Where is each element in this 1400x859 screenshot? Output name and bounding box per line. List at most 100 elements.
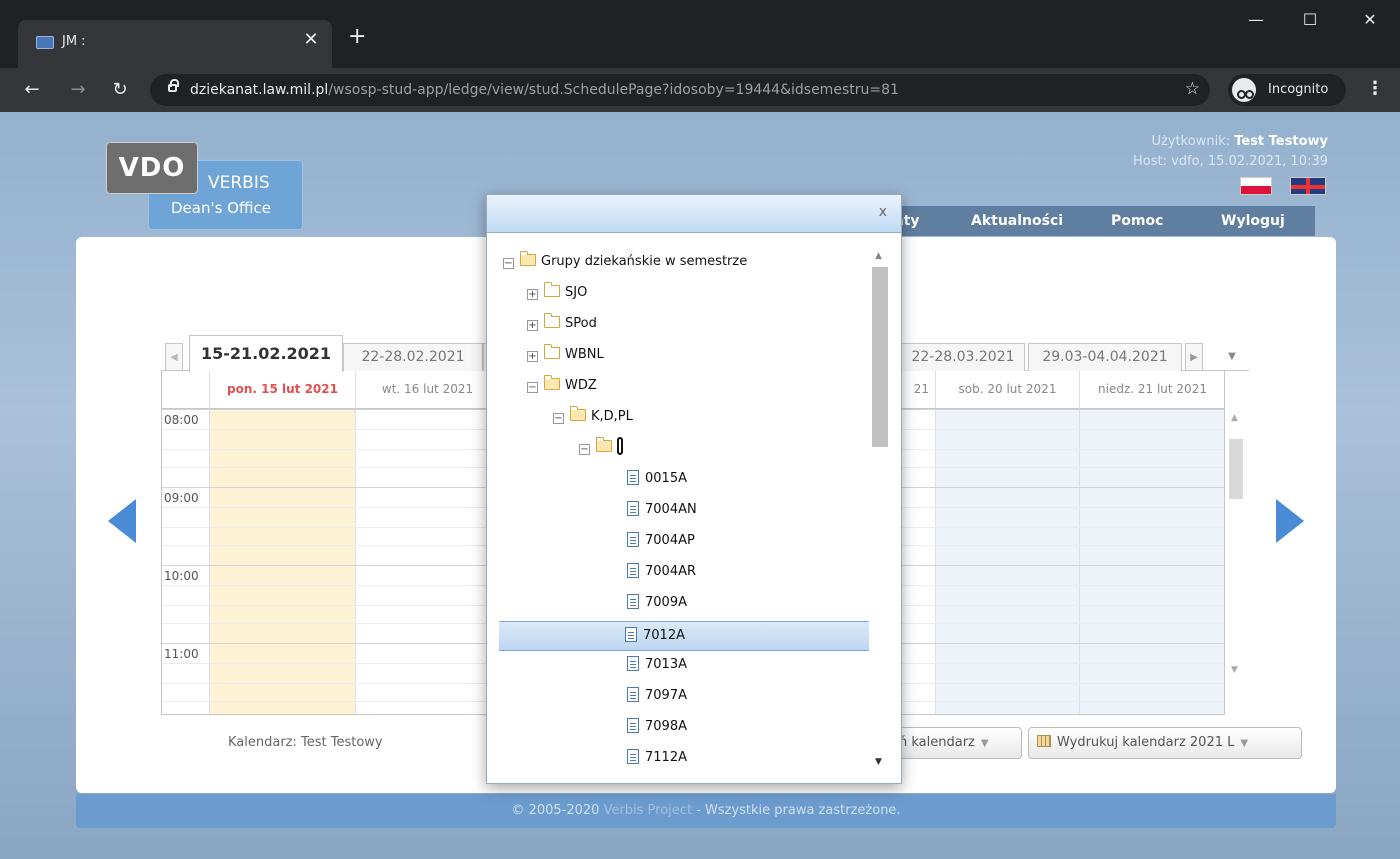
expand-icon[interactable]: + <box>527 320 538 331</box>
expand-icon[interactable]: + <box>527 351 538 362</box>
folder-open-icon <box>544 375 560 390</box>
browser-tab[interactable]: JM : ✕ <box>18 20 332 68</box>
collapse-icon[interactable]: − <box>579 444 590 455</box>
group-tree: − Grupy dziekańskie w semestrze + SJO + SPo… <box>487 235 873 783</box>
calendar-owner: Kalendarz: Test Testowy <box>228 735 383 750</box>
day-column-sat[interactable] <box>936 409 1080 714</box>
lock-icon <box>168 79 179 92</box>
tree-node-wbnl[interactable]: + WBNL <box>527 342 604 368</box>
export-calendar-button[interactable]: ń kalendarz ▼ <box>898 727 1022 759</box>
tree-node-wdz[interactable]: − WDZ <box>527 373 597 399</box>
tab-scroll-right-icon[interactable]: ▶ <box>1185 343 1203 371</box>
flag-uk-icon[interactable] <box>1290 177 1326 195</box>
document-icon <box>627 749 639 764</box>
tab-scroll-left-icon[interactable]: ◀ <box>165 343 183 371</box>
folder-icon <box>544 282 560 297</box>
tree-leaf-group-selected[interactable]: 7012A <box>499 621 869 651</box>
scrollbar-thumb[interactable] <box>1229 439 1243 499</box>
time-column-header <box>162 371 210 409</box>
tree-leaf-group[interactable]: 7004AN <box>627 497 697 523</box>
tree-leaf-group[interactable]: 0015A <box>627 466 687 492</box>
expand-icon[interactable]: + <box>527 289 538 300</box>
export-button-label: ń kalendarz <box>899 735 975 750</box>
scroll-up-icon[interactable]: ▲ <box>875 251 882 261</box>
tree-node-sjo[interactable]: + SJO <box>527 280 587 306</box>
tree-node-kdpl[interactable]: − K,D,PL <box>553 404 633 430</box>
next-week-arrow-icon[interactable] <box>1276 499 1304 543</box>
hour-label: 08:00 <box>164 413 199 427</box>
new-tab-plus-icon[interactable]: + <box>348 26 366 48</box>
tree-leaf-group[interactable]: 7004AR <box>627 559 696 585</box>
nav-item-aktualnosci[interactable]: Aktualności <box>971 213 1063 229</box>
tree-leaf-group[interactable]: 7098A <box>627 714 687 740</box>
incognito-label: Incognito <box>1268 82 1329 97</box>
menu-dots-icon[interactable]: ⋮ <box>1366 78 1384 99</box>
print-button-label: Wydrukuj kalendarz 2021 L <box>1057 735 1235 750</box>
tab-list-dropdown-icon[interactable]: ▼ <box>1223 343 1241 371</box>
prev-week-arrow-icon[interactable] <box>108 499 136 543</box>
star-icon[interactable]: ☆ <box>1185 79 1200 99</box>
text-cursor-icon <box>617 437 623 455</box>
calendar-scrollbar[interactable]: ▲ ▼ <box>1225 407 1247 679</box>
url-text: dziekanat.law.mil.pl/wsosp-stud-app/ledg… <box>190 82 899 98</box>
footer-copyright: © 2005-2020 <box>511 803 600 818</box>
scroll-down-icon[interactable]: ▼ <box>875 757 882 767</box>
tree-scrollbar[interactable]: ▲ ▼ <box>871 247 889 775</box>
nav-item-wyloguj[interactable]: Wyloguj <box>1221 213 1285 229</box>
incognito-badge[interactable]: Incognito <box>1228 74 1346 106</box>
day-column-sun[interactable] <box>1080 409 1224 714</box>
day-column-tue[interactable] <box>356 409 500 714</box>
print-calendar-button[interactable]: Wydrukuj kalendarz 2021 L ▼ <box>1028 727 1302 759</box>
tab-title: JM : <box>62 34 86 49</box>
folder-open-icon <box>520 251 536 266</box>
reload-icon[interactable]: ↻ <box>108 79 132 100</box>
tree-node-spod[interactable]: + SPod <box>527 311 597 337</box>
user-info: Użytkownik: Test Testowy Host: vdfo, 15.… <box>1133 132 1328 172</box>
tree-leaf-group[interactable]: 7009A <box>627 590 687 616</box>
tree-leaf-group[interactable]: 7004AP <box>627 528 695 554</box>
forward-arrow-icon[interactable]: → <box>66 79 90 100</box>
tree-leaf-group[interactable]: 7013A <box>627 652 687 678</box>
tree-node-label: SPod <box>565 316 597 331</box>
tree-node-label: Grupy dziekańskie w semestrze <box>541 254 748 269</box>
scroll-up-icon[interactable]: ▲ <box>1231 413 1238 423</box>
tree-node-label: 7112A <box>645 750 687 765</box>
close-tab-icon[interactable]: ✕ <box>300 29 322 51</box>
nav-item-pomoc[interactable]: Pomoc <box>1111 213 1163 229</box>
tree-node-label: 7009A <box>645 595 687 610</box>
chevron-down-icon: ▼ <box>1240 738 1249 749</box>
tree-node-root[interactable]: − Grupy dziekańskie w semestrze <box>503 249 747 275</box>
maximize-icon[interactable]: ☐ <box>1290 10 1330 29</box>
collapse-icon[interactable]: − <box>553 413 564 424</box>
document-icon <box>627 532 639 547</box>
tab-week-7[interactable]: 22-28.03.2021 <box>901 343 1025 371</box>
collapse-icon[interactable]: − <box>503 258 514 269</box>
user-name: Test Testowy <box>1234 134 1328 149</box>
dialog-close-icon[interactable]: x <box>879 204 887 220</box>
logo-vdo[interactable]: VDO <box>106 142 198 194</box>
scroll-down-icon[interactable]: ▼ <box>1231 665 1238 675</box>
day-column-mon[interactable] <box>210 409 356 714</box>
tab-week-2[interactable]: 22-28.02.2021 <box>343 343 483 371</box>
back-arrow-icon[interactable]: ← <box>20 79 44 100</box>
folder-icon <box>544 313 560 328</box>
url-input[interactable]: dziekanat.law.mil.pl/wsosp-stud-app/ledg… <box>150 74 1210 106</box>
flag-pl-icon[interactable] <box>1240 177 1272 195</box>
tab-week-1[interactable]: 15-21.02.2021 <box>189 335 343 372</box>
footer-rights: - Wszystkie prawa zastrzeżone. <box>696 803 901 818</box>
scrollbar-thumb[interactable] <box>872 267 888 447</box>
tree-leaf-group[interactable]: 7097A <box>627 683 687 709</box>
group-picker-dialog: x − Grupy dziekańskie w semestrze + SJO + S… <box>486 194 902 784</box>
tab-week-8[interactable]: 29.03-04.04.2021 <box>1028 343 1182 371</box>
window-close-icon[interactable]: ✕ <box>1350 10 1390 29</box>
tree-node-i[interactable]: − <box>579 435 623 461</box>
tree-node-label: 7004AR <box>645 564 697 579</box>
tree-node-label: 7013A <box>645 657 687 672</box>
browser-tab-bar: JM : ✕ + — ☐ ✕ <box>0 0 1400 68</box>
collapse-icon[interactable]: − <box>527 382 538 393</box>
document-icon <box>625 627 637 642</box>
footer-link[interactable]: Verbis Project <box>604 803 692 818</box>
tree-leaf-group[interactable]: 7112A <box>627 745 687 771</box>
time-column <box>162 409 210 714</box>
minimize-icon[interactable]: — <box>1236 10 1276 29</box>
